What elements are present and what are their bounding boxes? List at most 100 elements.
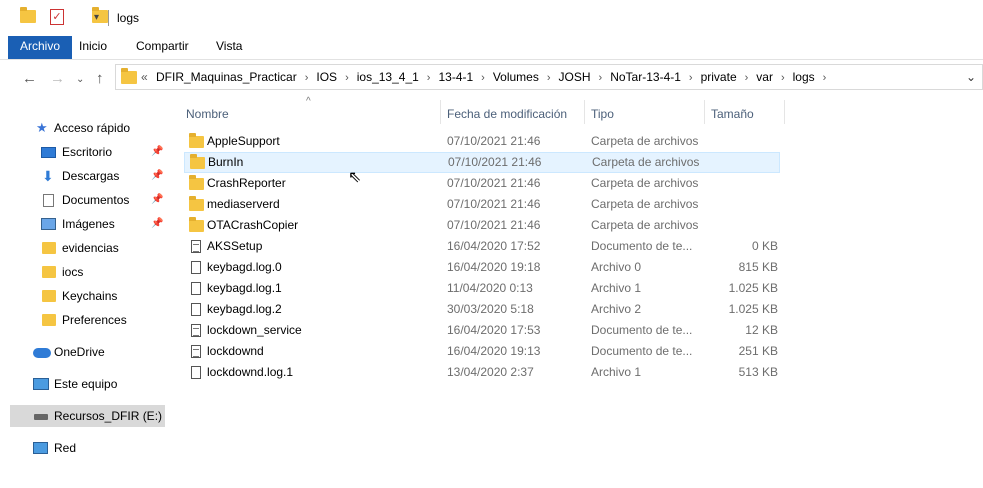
breadcrumb: DFIR_Maquinas_Practicar › IOS › ios_13_4_1 › 1… [156, 70, 834, 84]
nav-item-preferences[interactable]: Preferences [0, 309, 166, 331]
chevron-right-icon[interactable]: › [599, 72, 603, 84]
nav-item-red[interactable]: Red [0, 437, 166, 459]
crumb-josh[interactable]: JOSH [559, 70, 591, 84]
nav-item-escritorio[interactable]: Escritorio 📌 [0, 141, 166, 163]
nav-item-keychains[interactable]: Keychains [0, 285, 166, 307]
column-header-name[interactable]: Nombre [186, 107, 229, 121]
recent-locations-chevron-icon[interactable]: ⌄ [76, 74, 84, 85]
column-header-type[interactable]: Tipo [591, 107, 614, 121]
column-header-size[interactable]: Tamaño [711, 107, 754, 121]
title-bar: ✓ ▾ logs [0, 0, 983, 36]
address-overflow[interactable]: « [141, 70, 148, 84]
text-document-icon [191, 240, 201, 253]
chevron-right-icon[interactable]: › [481, 72, 485, 84]
folder-icon [189, 133, 204, 148]
file-row-lockdown-service[interactable]: lockdown_service 16/04/2020 17:53 Docume… [184, 320, 780, 341]
file-row-keybagd-log-1[interactable]: keybagd.log.1 11/04/2020 0:13 Archivo 1 … [184, 278, 780, 299]
text-document-icon [191, 345, 201, 358]
crumb-volumes[interactable]: Volumes [493, 70, 539, 84]
crumb-notar[interactable]: NoTar-13-4-1 [610, 70, 681, 84]
folder-icon [189, 217, 204, 232]
column-divider[interactable] [584, 100, 585, 124]
file-icon [191, 303, 201, 316]
pin-icon[interactable]: 📌 [151, 141, 163, 163]
nav-item-este-equipo[interactable]: Este equipo [0, 373, 166, 395]
folder-icon [190, 154, 205, 169]
window-title: logs [117, 11, 140, 25]
nav-item-documentos[interactable]: Documentos 📌 [0, 189, 166, 211]
chevron-right-icon[interactable]: › [689, 72, 693, 84]
crumb-dfir-maquinas[interactable]: DFIR_Maquinas_Practicar [156, 70, 297, 84]
chevron-right-icon[interactable]: › [781, 72, 785, 84]
tab-inicio[interactable]: Inicio [67, 36, 119, 59]
crumb-private[interactable]: private [701, 70, 737, 84]
file-icon [191, 261, 201, 274]
tab-vista[interactable]: Vista [204, 36, 254, 59]
documents-icon [43, 194, 54, 207]
nav-item-evidencias[interactable]: evidencias [0, 237, 166, 259]
file-row-burnin[interactable]: BurnIn 07/10/2021 21:46 Carpeta de archi… [184, 152, 780, 173]
chevron-right-icon[interactable]: › [823, 72, 827, 84]
title-separator [108, 10, 109, 26]
file-row-lockdownd[interactable]: lockdownd 16/04/2020 19:13 Documento de … [184, 341, 780, 362]
chevron-down-icon[interactable]: ⌄ [966, 70, 976, 84]
up-arrow-icon[interactable]: ↑ [96, 70, 104, 87]
crumb-var[interactable]: var [756, 70, 773, 84]
folder-icon [20, 7, 36, 23]
file-icon [191, 366, 201, 379]
tab-archivo[interactable]: Archivo [8, 36, 73, 59]
file-row-crashreporter[interactable]: CrashReporter 07/10/2021 21:46 Carpeta d… [184, 173, 780, 194]
quick-access-dropdown-icon[interactable]: ▾ [94, 12, 99, 23]
file-row-keybagd-log-2[interactable]: keybagd.log.2 30/03/2020 5:18 Archivo 2 … [184, 299, 780, 320]
column-header-date[interactable]: Fecha de modificación [447, 107, 567, 121]
address-bar[interactable]: « DFIR_Maquinas_Practicar › IOS › ios_13_4_1… [115, 64, 983, 90]
pin-icon[interactable]: 📌 [151, 189, 163, 211]
chevron-right-icon[interactable]: › [427, 72, 431, 84]
mouse-pointer-icon: ⇖ [348, 169, 362, 186]
crumb-logs[interactable]: logs [793, 70, 815, 84]
folder-icon [42, 242, 56, 254]
ribbon-tabs: Archivo Inicio Compartir Vista [0, 36, 983, 59]
star-icon: ★ [36, 120, 48, 135]
crumb-ios[interactable]: IOS [316, 70, 337, 84]
nav-item-imagenes[interactable]: Imágenes 📌 [0, 213, 166, 235]
file-row-keybagd-log-0[interactable]: keybagd.log.0 16/04/2020 19:18 Archivo 0… [184, 257, 780, 278]
nav-item-iocs[interactable]: iocs [0, 261, 166, 283]
file-row-lockdownd-log-1[interactable]: lockdownd.log.1 13/04/2020 2:37 Archivo … [184, 362, 780, 383]
file-row-otacrashcopier[interactable]: OTACrashCopier 07/10/2021 21:46 Carpeta … [184, 215, 780, 236]
desktop-icon [41, 147, 56, 158]
forward-arrow-icon[interactable]: → [50, 70, 65, 87]
crumb-ios-13-4-1[interactable]: ios_13_4_1 [357, 70, 419, 84]
folder-icon [42, 290, 56, 302]
pin-icon[interactable]: 📌 [151, 213, 163, 235]
back-arrow-icon[interactable]: ← [22, 70, 37, 87]
file-icon [191, 282, 201, 295]
sort-ascending-icon: ^ [306, 96, 311, 107]
pin-icon[interactable]: 📌 [151, 165, 163, 187]
tab-compartir[interactable]: Compartir [124, 36, 201, 59]
nav-item-acceso-rapido[interactable]: ★ Acceso rápido [0, 117, 166, 139]
column-divider[interactable] [704, 100, 705, 124]
onedrive-icon [33, 348, 51, 358]
column-divider[interactable] [784, 100, 785, 124]
chevron-right-icon[interactable]: › [547, 72, 551, 84]
folder-icon [42, 266, 56, 278]
download-icon: ⬇ [42, 168, 54, 184]
pictures-icon [41, 218, 56, 230]
file-row-applesupport[interactable]: AppleSupport 07/10/2021 21:46 Carpeta de… [184, 131, 780, 152]
chevron-right-icon[interactable]: › [745, 72, 749, 84]
drive-icon [34, 414, 48, 420]
crumb-13-4-1[interactable]: 13-4-1 [438, 70, 473, 84]
chevron-right-icon[interactable]: › [345, 72, 349, 84]
nav-item-recursos-dfir[interactable]: Recursos_DFIR (E:) [10, 405, 165, 427]
nav-item-onedrive[interactable]: OneDrive [0, 341, 166, 363]
nav-item-descargas[interactable]: ⬇ Descargas 📌 [0, 165, 166, 187]
file-row-mediaserverd[interactable]: mediaserverd 07/10/2021 21:46 Carpeta de… [184, 194, 780, 215]
folder-icon [189, 175, 204, 190]
properties-check-icon[interactable]: ✓ [50, 9, 64, 25]
chevron-right-icon[interactable]: › [305, 72, 309, 84]
file-row-akssetup[interactable]: AKSSetup 16/04/2020 17:52 Documento de t… [184, 236, 780, 257]
file-list: ^ Nombre Fecha de modificación Tipo Tama… [166, 96, 983, 488]
navigation-pane: ★ Acceso rápido Escritorio 📌 ⬇ Descargas… [0, 112, 166, 488]
column-divider[interactable] [440, 100, 441, 124]
